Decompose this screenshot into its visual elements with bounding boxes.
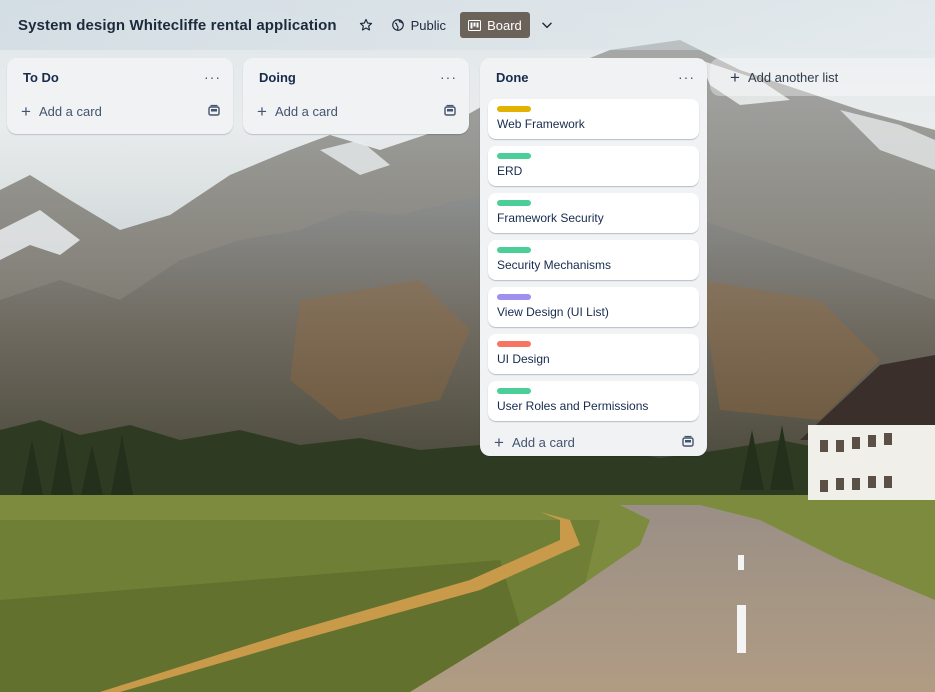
board-icon	[468, 19, 482, 31]
card[interactable]: ERD	[488, 146, 699, 186]
card-template-icon[interactable]	[207, 104, 221, 118]
plus-icon: +	[21, 101, 31, 121]
chevron-down-icon	[541, 22, 552, 29]
card-label-green	[497, 247, 531, 253]
card-template-icon[interactable]	[681, 435, 695, 449]
card-title: Security Mechanisms	[497, 258, 612, 272]
card[interactable]: Security Mechanisms	[488, 240, 699, 280]
add-card-row: + Add a card	[480, 428, 707, 456]
card-title: User Roles and Permissions	[497, 399, 649, 413]
add-card-row: + Add a card	[243, 96, 469, 126]
list-menu-icon[interactable]: ···	[678, 70, 695, 84]
add-list-label: Add another list	[747, 69, 839, 85]
board-header: System design Whitecliffe rental applica…	[0, 0, 935, 50]
globe-icon	[391, 19, 404, 31]
add-card-button[interactable]: + Add a card	[257, 103, 338, 120]
plus-icon: +	[257, 101, 267, 121]
list-header: Doing ···	[243, 58, 469, 96]
add-list-button[interactable]: + Add another list	[710, 58, 935, 96]
card[interactable]: View Design (UI List)	[488, 287, 699, 327]
add-card-button[interactable]: + Add a card	[21, 103, 102, 120]
view-switcher-button[interactable]	[536, 12, 558, 38]
add-card-label: Add a card	[274, 103, 338, 119]
list-menu-icon[interactable]: ···	[440, 70, 457, 84]
card-label-yellow	[497, 106, 531, 112]
board-title[interactable]: System design Whitecliffe rental applica…	[18, 17, 337, 34]
card[interactable]: Web Framework	[488, 99, 699, 139]
list-title[interactable]: Done	[496, 70, 529, 85]
star-icon	[359, 18, 372, 31]
list-header: To Do ···	[7, 58, 233, 96]
card-label-purple	[497, 294, 531, 300]
card-title: View Design (UI List)	[497, 305, 609, 319]
list-done: Done ··· Web Framework ERD Framework Sec…	[480, 58, 707, 456]
list-title[interactable]: Doing	[259, 70, 296, 85]
card-template-icon[interactable]	[443, 104, 457, 118]
list-header: Done ···	[480, 58, 707, 96]
card-list: Web Framework ERD Framework Security Sec…	[480, 96, 707, 421]
card-title: UI Design	[497, 352, 550, 366]
list-to-do: To Do ··· + Add a card	[7, 58, 233, 134]
list-title[interactable]: To Do	[23, 70, 59, 85]
card-label-green	[497, 388, 531, 394]
visibility-button[interactable]: Public	[385, 12, 452, 38]
plus-icon: +	[730, 67, 740, 87]
card[interactable]: UI Design	[488, 334, 699, 374]
add-card-label: Add a card	[511, 434, 575, 450]
list-doing: Doing ··· + Add a card	[243, 58, 469, 134]
card-label-red	[497, 341, 531, 347]
card-label-green	[497, 200, 531, 206]
card-label-green	[497, 153, 531, 159]
visibility-label: Public	[410, 17, 447, 33]
list-menu-icon[interactable]: ···	[204, 70, 221, 84]
card-title: ERD	[497, 164, 523, 178]
add-card-label: Add a card	[38, 103, 102, 119]
add-card-row: + Add a card	[7, 96, 233, 126]
board-view-button[interactable]: Board	[460, 12, 530, 38]
card-title: Web Framework	[497, 117, 585, 131]
board-view-label: Board	[487, 17, 522, 33]
card-title: Framework Security	[497, 211, 604, 225]
plus-icon: +	[494, 432, 504, 452]
add-card-button[interactable]: + Add a card	[494, 434, 575, 451]
card[interactable]: User Roles and Permissions	[488, 381, 699, 421]
card[interactable]: Framework Security	[488, 193, 699, 233]
star-button[interactable]	[353, 12, 379, 38]
